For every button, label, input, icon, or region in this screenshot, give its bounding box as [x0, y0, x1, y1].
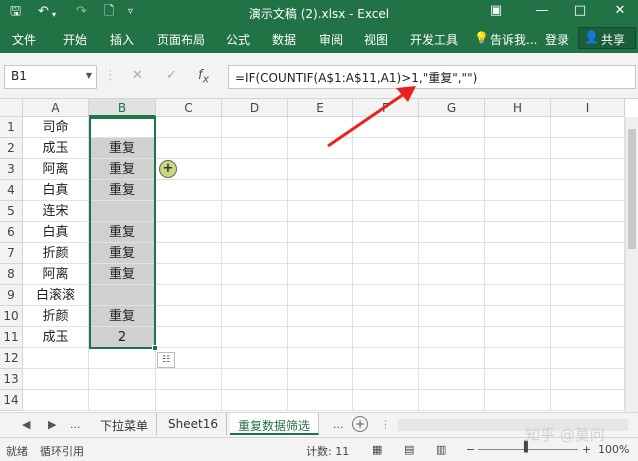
- status-count: 计数: 11: [306, 445, 350, 458]
- sheet-tab-sheet16[interactable]: Sheet16: [160, 413, 227, 435]
- page-layout-view-icon[interactable]: ▤: [404, 443, 414, 456]
- page-break-view-icon[interactable]: ▥: [436, 443, 446, 456]
- annotation-arrow: [327, 86, 416, 148]
- next-sheet-icon[interactable]: ▶: [48, 418, 56, 431]
- arrow-shaft: [327, 92, 405, 148]
- vertical-scroll-thumb[interactable]: [628, 129, 636, 249]
- normal-view-icon[interactable]: ▦: [372, 443, 382, 456]
- prev-sheet-icon[interactable]: ◀: [22, 418, 30, 431]
- arrow-head: [396, 86, 416, 102]
- sheet-more[interactable]: ...: [333, 418, 344, 431]
- sheet-tab-dropdown-menu[interactable]: 下拉菜单: [92, 413, 158, 435]
- status-ready: 就绪: [6, 445, 28, 458]
- sheet-nav-more[interactable]: ...: [70, 418, 81, 431]
- sheet-tab-duplicate-filter[interactable]: 重复数据筛选: [230, 413, 320, 435]
- tab-scroll-divider-icon[interactable]: ⋮: [380, 418, 391, 431]
- vertical-scrollbar[interactable]: [625, 117, 638, 412]
- status-circular-ref: 循环引用: [40, 445, 84, 458]
- watermark-text: 知乎 @莫问: [525, 426, 605, 444]
- zoom-out-icon[interactable]: −: [466, 443, 475, 456]
- add-sheet-icon[interactable]: +: [352, 416, 368, 432]
